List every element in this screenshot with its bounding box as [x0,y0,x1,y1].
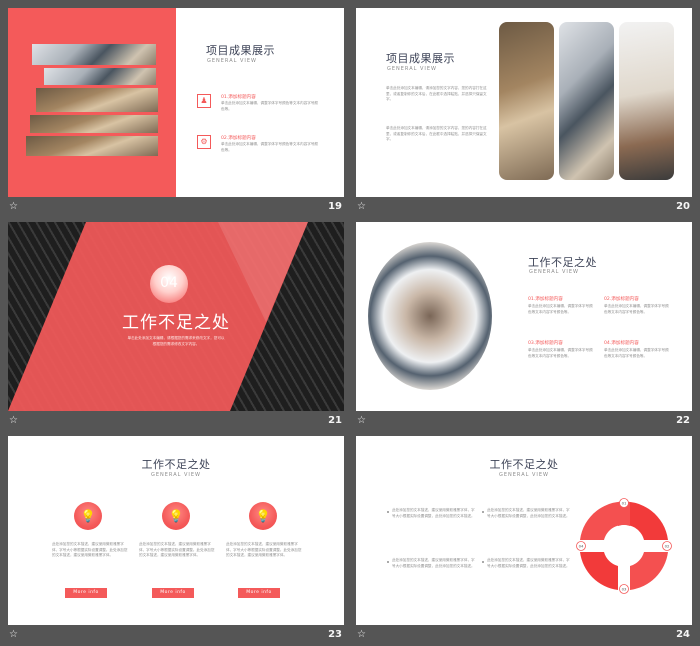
slide-title: 工作不足之处 [528,256,597,269]
team-hands-photo [368,242,492,390]
bulb-icon: 💡 [255,509,271,523]
photo-strip [30,115,158,133]
note-text: 此处添加您的文本描述，建议使用微软雅黑字体，字号大小根据实际设置调整，此处添加您… [487,558,570,568]
slide-19: 项目成果展示 GENERAL VIEW ♟ 01.添加标题内容 单击此处添加文本… [8,8,344,197]
item-heading: 02.添加标题内容 [221,136,256,141]
item-heading: 01.添加标题内容 [528,297,563,302]
slide-number: 20 [676,201,690,212]
paragraph: 单击此处添加文本编辑，请添加您的文字内容，您的内容打在这里，或者复制你的文本后，… [386,86,487,102]
more-info-button[interactable]: More info [238,588,280,598]
star-icon[interactable]: ☆ [357,628,366,642]
slide-footer: ☆ 21 [8,414,344,430]
ring-label: 01 [622,501,627,506]
slide-number: 21 [328,415,342,426]
more-info-button[interactable]: More info [152,588,194,598]
feature-circle: 💡 [162,502,190,530]
slide-subtitle: GENERAL VIEW [387,66,437,72]
slide-footer: ☆ 19 [8,200,344,216]
star-icon[interactable]: ☆ [9,414,18,428]
column-text: 此处添加您的文本描述，建议使用微软雅黑字体，字号大小等根据实际设置调整。此处添加… [139,542,215,558]
slide-23: 工作不足之处 GENERAL VIEW 💡 此处添加您的文本描述，建议使用微软雅… [8,436,344,625]
note-text: 此处添加您的文本描述，建议使用微软雅黑字体，字号大小根据实际设置调整，此处添加您… [392,558,475,568]
column-text: 此处添加您的文本描述，建议使用微软雅黑字体，字号大小等根据实际设置调整。此处添加… [226,542,302,558]
star-icon[interactable]: ☆ [9,628,18,642]
ring-label: 04 [579,544,584,549]
slide-number: 24 [676,629,690,640]
feature-circle: 💡 [249,502,277,530]
cycle-ring-diagram: 01 02 03 04 [576,498,672,594]
item-text: 单击此处添加文本编辑，调整字体字号颜色等文本内容字号颜色等。 [221,142,319,152]
item-text: 单击此处添加文本编辑，调整字体字号颜色等文本内容字号颜色等。 [604,348,669,358]
ring-label: 02 [665,544,670,549]
slide-subtitle: GENERAL VIEW [207,58,257,64]
photo-panel [559,22,614,180]
item-heading: 04.添加标题内容 [604,341,639,346]
section-title: 工作不足之处 [122,313,230,333]
photo-strip [32,44,156,65]
bullet-dot [482,561,484,563]
item-heading: 03.添加标题内容 [528,341,563,346]
item-text: 单击此处添加文本编辑，调整字体字号颜色等文本内容字号颜色等。 [528,348,593,358]
photo-panel [619,22,674,180]
gear-icon: ⚙ [200,137,208,146]
bullet-dot [387,561,389,563]
slide-20: 项目成果展示 GENERAL VIEW 单击此处添加文本编辑，请添加您的文字内容… [356,8,692,197]
item-icon-box: ♟ [197,94,211,108]
photo-strip [44,68,156,85]
slide-footer: ☆ 24 [356,628,692,644]
slide-subtitle: GENERAL VIEW [499,472,549,478]
bulb-icon: 💡 [80,509,96,523]
slide-subtitle: GENERAL VIEW [529,269,579,275]
slide-footer: ☆ 20 [356,200,692,216]
photo-strip [36,88,158,112]
slide-title: 项目成果展示 [206,44,275,57]
slide-footer: ☆ 22 [356,414,692,430]
slide-footer: ☆ 23 [8,628,344,644]
slide-number: 22 [676,415,690,426]
slide-24: 工作不足之处 GENERAL VIEW 此处添加您的文本描述，建议使用微软雅黑字… [356,436,692,625]
star-icon[interactable]: ☆ [357,414,366,428]
item-heading: 02.添加标题内容 [604,297,639,302]
badge-number: 04 [160,275,178,291]
slide-title: 工作不足之处 [489,458,559,471]
photo-strip [26,136,158,156]
bulb-icon: 💡 [168,509,184,523]
bullet-dot [387,511,389,513]
column-text: 此处添加您的文本描述，建议使用微软雅黑字体，字号大小等根据实际设置调整。此处添加… [52,542,128,558]
star-icon[interactable]: ☆ [9,200,18,214]
more-info-button[interactable]: More info [65,588,107,598]
slide-number: 23 [328,629,342,640]
item-text: 单击此处添加文本编辑，调整字体字号颜色等文本内容字号颜色等。 [528,304,593,314]
star-icon[interactable]: ☆ [357,200,366,214]
slide-title: 工作不足之处 [141,458,211,471]
note-text: 此处添加您的文本描述，建议使用微软雅黑字体，字号大小根据实际设置调整，此处添加您… [392,508,475,518]
feature-circle: 💡 [74,502,102,530]
slide-22: 工作不足之处 GENERAL VIEW 01.添加标题内容 单击此处添加文本编辑… [356,222,692,411]
photo-panel [499,22,554,180]
item-heading: 01.添加标题内容 [221,95,256,100]
bullet-dot [482,511,484,513]
item-icon-box: ⚙ [197,135,211,149]
ring-label: 03 [622,587,627,592]
person-icon: ♟ [200,96,208,105]
paragraph: 单击此处添加文本编辑，请添加您的文字内容，您的内容打在这里，或者复制你的文本后，… [386,126,487,142]
slide-title: 项目成果展示 [386,52,455,65]
item-text: 单击此处添加文本编辑，调整字体字号颜色等文本内容字号颜色等。 [604,304,669,314]
item-text: 单击此处添加文本编辑，调整字体字号颜色等文本内容字号颜色等。 [221,101,319,111]
note-text: 此处添加您的文本描述，建议使用微软雅黑字体，字号大小根据实际设置调整，此处添加您… [487,508,570,518]
slide-number: 19 [328,201,342,212]
slide-21: 04 工作不足之处 单击此处添加文本编辑，请根据您的需求来修改文字，您可以根据您… [8,222,344,411]
section-text: 单击此处添加文本编辑，请根据您的需求来修改文字，您可以根据您的需求修改文字内容。 [127,336,225,346]
slide-subtitle: GENERAL VIEW [151,472,201,478]
